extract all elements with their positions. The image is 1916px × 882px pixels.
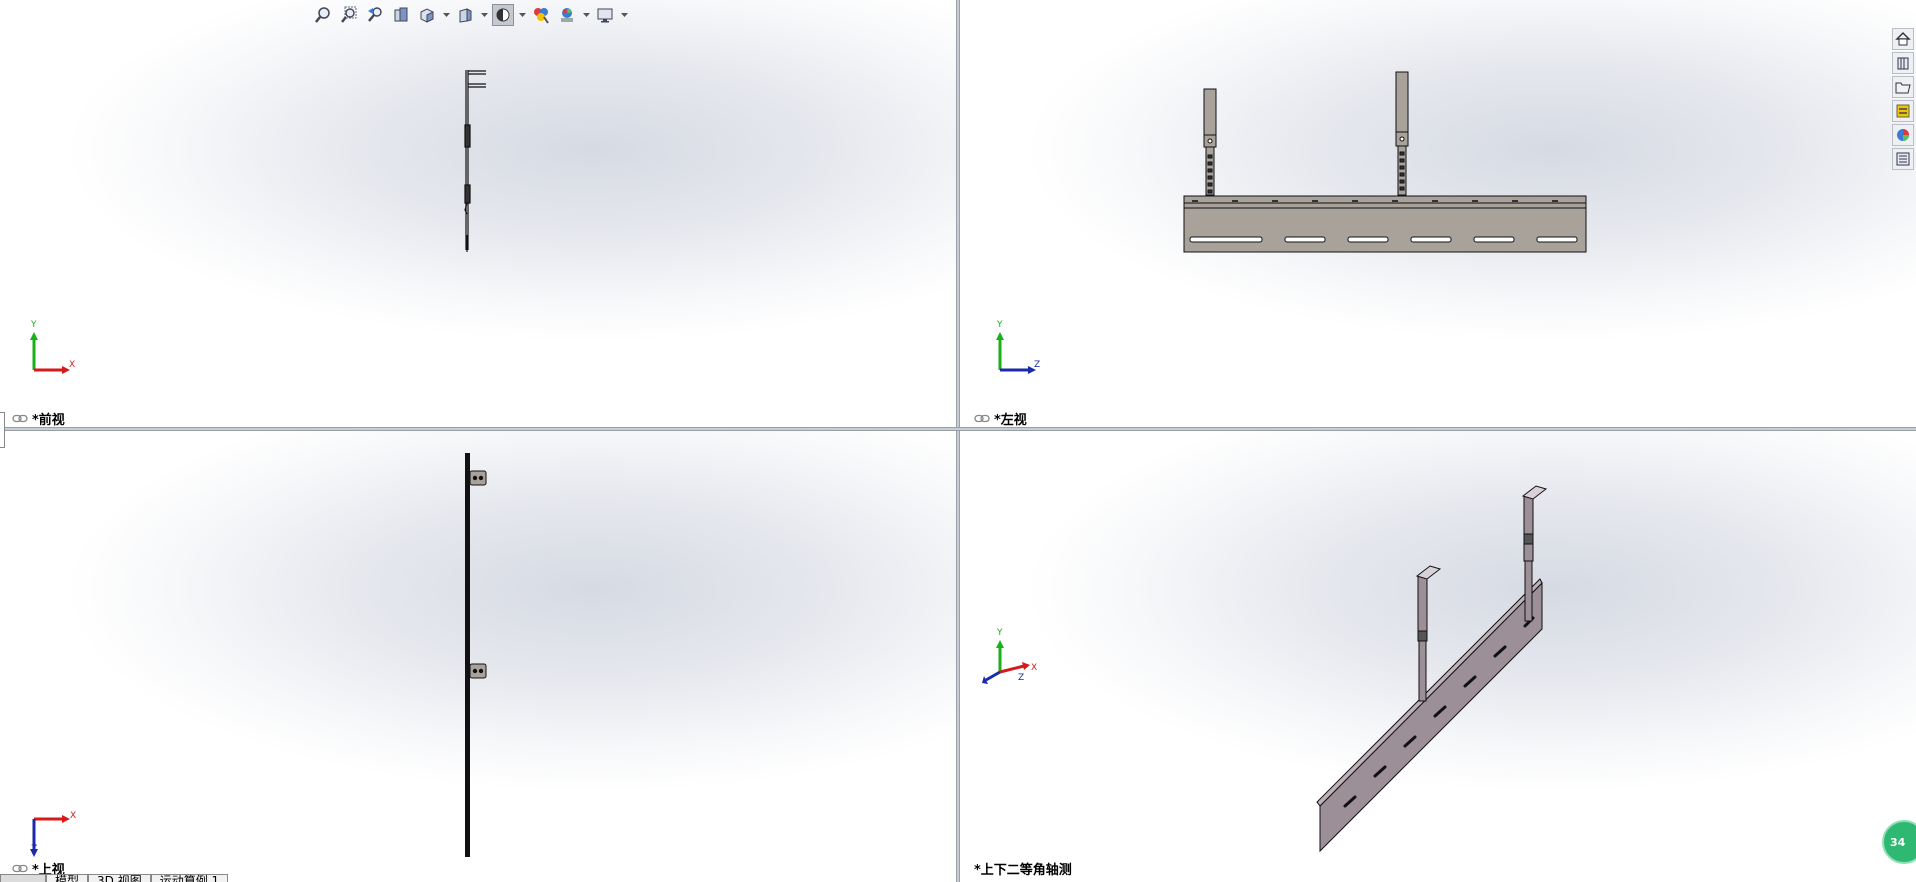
appearances-icon[interactable] [1892,124,1914,146]
viewport-isometric[interactable]: Y X Z *上下二等角轴测 [960,431,1916,882]
view-settings-icon[interactable] [594,4,616,26]
iso-view-label: *上下二等角轴测 [974,859,1072,878]
viewport-left[interactable]: Y Z *左视 [960,0,1916,427]
edit-appearance-icon[interactable] [530,4,552,26]
viewport-front[interactable]: Y X *前视 [0,0,956,427]
chevron-down-icon[interactable] [620,4,628,26]
chevron-down-icon[interactable] [518,4,526,26]
badge-count: 34 [1890,835,1906,849]
viewport-splitter-horizontal[interactable] [0,427,1916,431]
previous-view-icon[interactable] [364,4,386,26]
left-axis-y-label: Y [997,320,1003,330]
hide-show-items-icon[interactable] [492,4,514,26]
heads-up-view-toolbar [312,2,628,28]
viewport-splitter-vertical[interactable] [956,0,960,882]
viewport-top[interactable]: X Z *上视 [0,431,956,882]
design-library-icon[interactable] [1892,52,1914,74]
iso-axis-triad [982,640,1030,684]
zoom-to-area-icon[interactable] [338,4,360,26]
section-view-icon[interactable] [390,4,412,26]
iso-axis-z-label: Z [1018,673,1025,683]
tab-model[interactable]: 模型 [46,874,89,882]
iso-view-model[interactable] [960,431,1916,882]
tab-motion-study[interactable]: 运动算例 1 [150,874,229,882]
top-axis-z-label: Z [31,844,38,854]
top-axis-x-label: X [70,811,77,821]
chevron-down-icon[interactable] [480,4,488,26]
link-icon [12,864,28,873]
view-palette-icon[interactable] [1892,100,1914,122]
tab-3d-views[interactable]: 3D 视图 [88,874,151,882]
front-view-label: *前视 [12,409,65,427]
left-axis-triad [996,332,1036,374]
zoom-to-fit-icon[interactable] [312,4,334,26]
link-icon [12,414,28,423]
task-pane-tabs [1892,28,1916,170]
iso-axis-x-label: X [1031,663,1038,673]
solidworks-graphics-area[interactable]: Y X *前视 Y Z *左视 X Z *上视 Y X Z *上下二等角轴测 模… [0,0,1916,882]
file-explorer-icon[interactable] [1892,76,1914,98]
iso-axis-y-label: Y [997,628,1003,638]
feature-manager-collapse-handle[interactable] [0,412,5,448]
link-icon [974,414,990,423]
custom-properties-icon[interactable] [1892,148,1914,170]
left-view-name: *左视 [994,413,1027,427]
front-view-model[interactable] [0,0,956,427]
iso-view-name: *上下二等角轴测 [974,863,1072,878]
left-view-model[interactable] [960,0,1916,427]
tab-scroll[interactable] [0,874,46,882]
chevron-down-icon[interactable] [582,4,590,26]
top-view-model[interactable] [0,431,956,882]
left-view-label: *左视 [974,409,1027,427]
chevron-down-icon[interactable] [442,4,450,26]
front-view-name: *前视 [32,413,65,427]
home-icon[interactable] [1892,28,1914,50]
bottom-tab-bar: 模型 3D 视图 运动算例 1 [0,874,400,882]
left-axis-z-label: Z [1034,360,1041,370]
front-axis-y-label: Y [31,320,37,330]
view-orientation-icon[interactable] [416,4,438,26]
front-axis-x-label: X [69,360,76,370]
display-style-icon[interactable] [454,4,476,26]
apply-scene-icon[interactable] [556,4,578,26]
